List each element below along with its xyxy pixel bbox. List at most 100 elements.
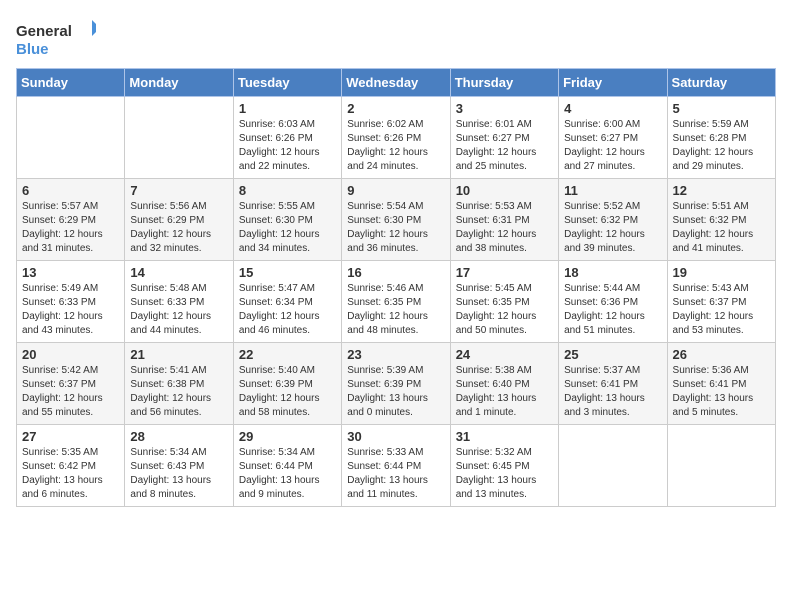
day-number: 1: [239, 101, 336, 116]
calendar-cell: [17, 97, 125, 179]
day-number: 23: [347, 347, 444, 362]
cell-info: Sunrise: 5:55 AMSunset: 6:30 PMDaylight:…: [239, 200, 336, 256]
calendar-cell: 12 Sunrise: 5:51 AMSunset: 6:32 PMDayligh…: [667, 179, 775, 261]
week-row-2: 6 Sunrise: 5:57 AMSunset: 6:29 PMDaylight…: [17, 179, 776, 261]
cell-info: Sunrise: 5:33 AMSunset: 6:44 PMDaylight:…: [347, 446, 444, 502]
week-row-5: 27 Sunrise: 5:35 AMSunset: 6:42 PMDayligh…: [17, 425, 776, 507]
calendar-cell: 16Sunrise: 5:46 AMSunset: 6:35 PMDayligh…: [342, 261, 450, 343]
day-header-thursday: Thursday: [450, 69, 558, 97]
calendar-cell: 20 Sunrise: 5:42 AMSunset: 6:37 PMDayligh…: [17, 343, 125, 425]
day-number: 2: [347, 101, 444, 116]
cell-info: Sunrise: 5:44 AMSunset: 6:36 PMDaylight:…: [564, 282, 661, 338]
day-header-monday: Monday: [125, 69, 233, 97]
cell-info: Sunrise: 5:42 AMSunset: 6:37 PMDaylight:…: [22, 364, 119, 420]
day-header-wednesday: Wednesday: [342, 69, 450, 97]
cell-info: Sunrise: 5:49 AMSunset: 6:33 PMDaylight:…: [22, 282, 119, 338]
calendar-cell: 5 Sunrise: 5:59 AMSunset: 6:28 PMDaylight…: [667, 97, 775, 179]
day-header-sunday: Sunday: [17, 69, 125, 97]
day-number: 20: [22, 347, 119, 362]
day-number: 6: [22, 183, 119, 198]
day-number: 22: [239, 347, 336, 362]
day-number: 27: [22, 429, 119, 444]
calendar-cell: 8 Sunrise: 5:55 AMSunset: 6:30 PMDaylight…: [233, 179, 341, 261]
calendar-cell: 9 Sunrise: 5:54 AMSunset: 6:30 PMDaylight…: [342, 179, 450, 261]
calendar-cell: 15 Sunrise: 5:47 AMSunset: 6:34 PMDayligh…: [233, 261, 341, 343]
calendar-cell: 1 Sunrise: 6:03 AMSunset: 6:26 PMDaylight…: [233, 97, 341, 179]
day-number: 26: [673, 347, 770, 362]
calendar-cell: 14 Sunrise: 5:48 AMSunset: 6:33 PMDayligh…: [125, 261, 233, 343]
cell-info: Sunrise: 5:46 AMSunset: 6:35 PMDaylight:…: [347, 282, 444, 338]
cell-info: Sunrise: 6:02 AMSunset: 6:26 PMDaylight:…: [347, 118, 444, 174]
calendar-cell: [125, 97, 233, 179]
cell-info: Sunrise: 5:53 AMSunset: 6:31 PMDaylight:…: [456, 200, 553, 256]
calendar-cell: 10Sunrise: 5:53 AMSunset: 6:31 PMDayligh…: [450, 179, 558, 261]
calendar-cell: 19Sunrise: 5:43 AMSunset: 6:37 PMDayligh…: [667, 261, 775, 343]
day-number: 25: [564, 347, 661, 362]
cell-info: Sunrise: 6:00 AMSunset: 6:27 PMDaylight:…: [564, 118, 661, 174]
day-number: 18: [564, 265, 661, 280]
cell-info: Sunrise: 5:36 AMSunset: 6:41 PMDaylight:…: [673, 364, 770, 420]
cell-info: Sunrise: 5:34 AMSunset: 6:43 PMDaylight:…: [130, 446, 227, 502]
calendar-cell: 25 Sunrise: 5:37 AMSunset: 6:41 PMDayligh…: [559, 343, 667, 425]
cell-info: Sunrise: 5:45 AMSunset: 6:35 PMDaylight:…: [456, 282, 553, 338]
cell-info: Sunrise: 6:01 AMSunset: 6:27 PMDaylight:…: [456, 118, 553, 174]
cell-info: Sunrise: 5:56 AMSunset: 6:29 PMDaylight:…: [130, 200, 227, 256]
calendar-cell: 18 Sunrise: 5:44 AMSunset: 6:36 PMDayligh…: [559, 261, 667, 343]
day-number: 3: [456, 101, 553, 116]
cell-info: Sunrise: 5:38 AMSunset: 6:40 PMDaylight:…: [456, 364, 553, 420]
cell-info: Sunrise: 6:03 AMSunset: 6:26 PMDaylight:…: [239, 118, 336, 174]
day-number: 21: [130, 347, 227, 362]
cell-info: Sunrise: 5:43 AMSunset: 6:37 PMDaylight:…: [673, 282, 770, 338]
calendar-cell: 6 Sunrise: 5:57 AMSunset: 6:29 PMDaylight…: [17, 179, 125, 261]
cell-info: Sunrise: 5:54 AMSunset: 6:30 PMDaylight:…: [347, 200, 444, 256]
cell-info: Sunrise: 5:37 AMSunset: 6:41 PMDaylight:…: [564, 364, 661, 420]
calendar-cell: 2 Sunrise: 6:02 AMSunset: 6:26 PMDaylight…: [342, 97, 450, 179]
calendar-cell: [559, 425, 667, 507]
cell-info: Sunrise: 5:59 AMSunset: 6:28 PMDaylight:…: [673, 118, 770, 174]
logo-svg: General Blue: [16, 16, 96, 60]
cell-info: Sunrise: 5:32 AMSunset: 6:45 PMDaylight:…: [456, 446, 553, 502]
calendar-cell: 17Sunrise: 5:45 AMSunset: 6:35 PMDayligh…: [450, 261, 558, 343]
day-number: 13: [22, 265, 119, 280]
cell-info: Sunrise: 5:57 AMSunset: 6:29 PMDaylight:…: [22, 200, 119, 256]
calendar-cell: 31 Sunrise: 5:32 AMSunset: 6:45 PMDayligh…: [450, 425, 558, 507]
day-number: 15: [239, 265, 336, 280]
calendar-cell: 7 Sunrise: 5:56 AMSunset: 6:29 PMDaylight…: [125, 179, 233, 261]
week-row-3: 13 Sunrise: 5:49 AMSunset: 6:33 PMDayligh…: [17, 261, 776, 343]
calendar-cell: 13 Sunrise: 5:49 AMSunset: 6:33 PMDayligh…: [17, 261, 125, 343]
day-number: 29: [239, 429, 336, 444]
calendar-cell: 30Sunrise: 5:33 AMSunset: 6:44 PMDayligh…: [342, 425, 450, 507]
day-number: 31: [456, 429, 553, 444]
day-number: 8: [239, 183, 336, 198]
logo: General Blue: [16, 16, 96, 60]
day-number: 5: [673, 101, 770, 116]
day-number: 11: [564, 183, 661, 198]
day-header-friday: Friday: [559, 69, 667, 97]
calendar-cell: 24 Sunrise: 5:38 AMSunset: 6:40 PMDayligh…: [450, 343, 558, 425]
day-number: 7: [130, 183, 227, 198]
cell-info: Sunrise: 5:35 AMSunset: 6:42 PMDaylight:…: [22, 446, 119, 502]
day-number: 4: [564, 101, 661, 116]
day-header-tuesday: Tuesday: [233, 69, 341, 97]
calendar-cell: 28Sunrise: 5:34 AMSunset: 6:43 PMDayligh…: [125, 425, 233, 507]
day-header-saturday: Saturday: [667, 69, 775, 97]
calendar-cell: [667, 425, 775, 507]
day-number: 9: [347, 183, 444, 198]
calendar-cell: 22 Sunrise: 5:40 AMSunset: 6:39 PMDayligh…: [233, 343, 341, 425]
day-number: 12: [673, 183, 770, 198]
day-number: 24: [456, 347, 553, 362]
calendar-cell: 27 Sunrise: 5:35 AMSunset: 6:42 PMDayligh…: [17, 425, 125, 507]
calendar-cell: 4 Sunrise: 6:00 AMSunset: 6:27 PMDaylight…: [559, 97, 667, 179]
cell-info: Sunrise: 5:51 AMSunset: 6:32 PMDaylight:…: [673, 200, 770, 256]
week-row-1: 1 Sunrise: 6:03 AMSunset: 6:26 PMDaylight…: [17, 97, 776, 179]
cell-info: Sunrise: 5:40 AMSunset: 6:39 PMDaylight:…: [239, 364, 336, 420]
cell-info: Sunrise: 5:47 AMSunset: 6:34 PMDaylight:…: [239, 282, 336, 338]
calendar-cell: 21Sunrise: 5:41 AMSunset: 6:38 PMDayligh…: [125, 343, 233, 425]
svg-text:Blue: Blue: [16, 41, 49, 58]
cell-info: Sunrise: 5:34 AMSunset: 6:44 PMDaylight:…: [239, 446, 336, 502]
calendar-cell: 29 Sunrise: 5:34 AMSunset: 6:44 PMDayligh…: [233, 425, 341, 507]
calendar-cell: 26 Sunrise: 5:36 AMSunset: 6:41 PMDayligh…: [667, 343, 775, 425]
calendar-cell: 3 Sunrise: 6:01 AMSunset: 6:27 PMDaylight…: [450, 97, 558, 179]
day-number: 14: [130, 265, 227, 280]
cell-info: Sunrise: 5:48 AMSunset: 6:33 PMDaylight:…: [130, 282, 227, 338]
